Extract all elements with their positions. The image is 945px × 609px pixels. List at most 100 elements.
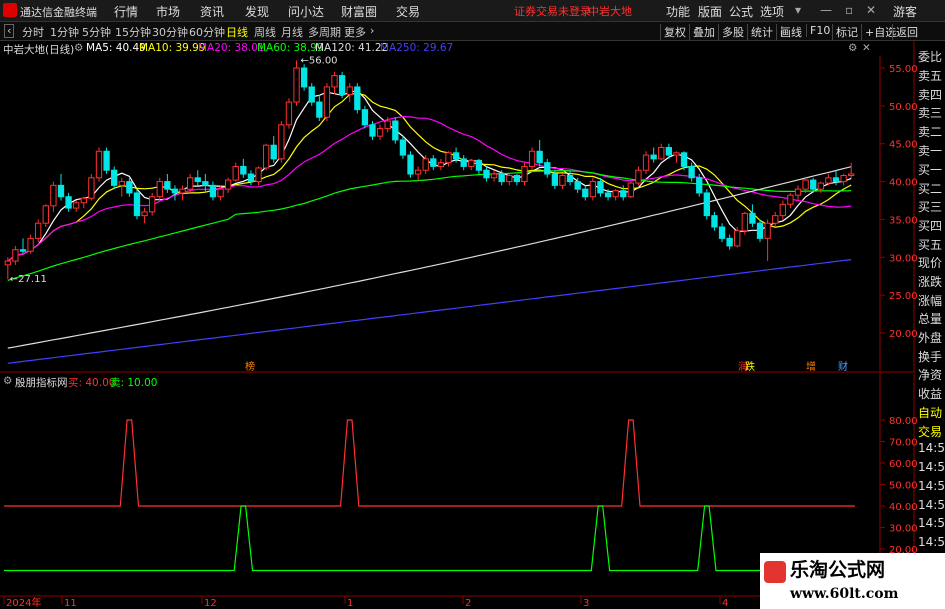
close-panel-icon[interactable]: ✕ (862, 42, 871, 54)
minimize-icon[interactable]: — (820, 3, 832, 17)
candle-body-49 (376, 128, 384, 137)
ind-label-2: 60.00 (889, 459, 918, 470)
settings-gear-icon[interactable]: ⚙ (74, 42, 83, 54)
candle-body-103 (787, 194, 794, 205)
candle-body-69 (528, 150, 536, 167)
side-item-26[interactable]: 14:56 (918, 535, 945, 549)
menu-gongneng[interactable]: 功能 (666, 3, 690, 20)
side-item-5: 卖一 (918, 144, 943, 158)
side-item-25[interactable]: 14:56 (918, 516, 945, 530)
period-weekly[interactable]: 周线 (254, 24, 276, 40)
menu-wenxiaoda[interactable]: 问小达 (288, 3, 324, 20)
period-fenshi[interactable]: 分时 (22, 24, 44, 40)
menu-gongshi[interactable]: 公式 (729, 3, 753, 20)
indicator-title: 殷朋指标网 (15, 377, 68, 389)
candle-body-72 (551, 173, 559, 186)
period-60min[interactable]: 60分钟 (189, 24, 225, 40)
candle-body-107 (817, 182, 824, 190)
period-30min[interactable]: 30分钟 (152, 24, 188, 40)
close-icon[interactable]: ✕ (866, 3, 876, 17)
period-multi[interactable]: 多周期 (308, 24, 341, 40)
candle-body-59 (452, 152, 460, 160)
side-item-22[interactable]: 14:56 (918, 460, 945, 474)
candle-body-91 (696, 177, 703, 194)
menu-banmian[interactable]: 版面 (698, 3, 722, 20)
event-marker-3: 增 (806, 360, 816, 373)
menu-xuanxiang[interactable]: 选项 (760, 3, 784, 20)
restore-icon[interactable]: ▫ (845, 3, 853, 17)
period-5min[interactable]: 5分钟 (82, 24, 111, 40)
candle-body-110 (840, 175, 847, 183)
candle-body-105 (802, 179, 809, 190)
candle-body-38 (293, 67, 300, 103)
candle-body-32 (247, 173, 255, 183)
back-arrow-icon[interactable]: ‹ (4, 24, 15, 38)
side-item-9: 买四 (918, 219, 943, 233)
side-item-24[interactable]: 14:56 (918, 498, 945, 512)
ind-label-5: 30.00 (889, 524, 918, 535)
event-marker-2: 跌 (745, 360, 755, 373)
candle-body-29 (224, 179, 232, 190)
btn-f10[interactable]: F10 (806, 24, 830, 37)
candle-body-2 (19, 249, 27, 252)
indicator-gear-icon[interactable]: ⚙ (3, 375, 12, 387)
btn-fuquan[interactable]: 复权 (660, 24, 686, 40)
menu-hangqing[interactable]: 行情 (114, 3, 138, 20)
settings-icon[interactable]: ⚙ (848, 42, 857, 54)
user-guest[interactable]: 游客 (893, 3, 917, 20)
candle-body-45 (346, 86, 353, 96)
side-item-18: 收益 (918, 387, 943, 401)
btn-tongji[interactable]: 统计 (747, 24, 773, 40)
btn-huaxian[interactable]: 画线 (776, 24, 802, 40)
side-item-23[interactable]: 14:56 (918, 479, 945, 493)
candle-body-51 (392, 120, 399, 141)
period-monthly[interactable]: 月线 (281, 24, 303, 40)
candle-body-101 (772, 215, 779, 224)
candle-body-96 (734, 230, 741, 247)
candle-body-42 (323, 86, 331, 118)
candle-body-31 (240, 165, 247, 175)
candle-body-10 (80, 197, 87, 204)
menu-icon[interactable]: ▾ (795, 3, 801, 17)
btn-add-watchlist[interactable]: +自选 (861, 24, 896, 40)
period-daily[interactable]: 日线 (226, 24, 248, 40)
trade-status[interactable]: 证券交易未登录 (514, 3, 591, 19)
candle-body-16 (126, 181, 133, 194)
date-label-2: 12 (204, 598, 217, 609)
period-more[interactable]: 更多 (344, 24, 366, 40)
candle-body-108 (825, 177, 832, 184)
candle-body-64 (490, 173, 498, 179)
candle-body-66 (506, 175, 513, 183)
menu-jiaoyi[interactable]: 交易 (396, 3, 420, 20)
candle-body-56 (430, 158, 437, 167)
side-item-21[interactable]: 14:56 (918, 441, 945, 455)
btn-diejia[interactable]: 叠加 (689, 24, 715, 40)
menu-shichang[interactable]: 市场 (156, 3, 180, 20)
price-label-5: 30.00 (889, 253, 918, 264)
btn-biaoji[interactable]: 标记 (832, 24, 858, 40)
candle-body-40 (308, 86, 315, 103)
side-item-19[interactable]: 自动 (918, 404, 942, 421)
menu-zixun[interactable]: 资讯 (200, 3, 224, 20)
ma20-label: MA20: 38.01 (198, 42, 265, 54)
more-arrow-icon[interactable]: › (370, 24, 374, 37)
candle-body-83 (635, 169, 642, 184)
candle-body-39 (300, 67, 308, 88)
ma5-label: MA5: 40.49 (86, 42, 146, 54)
chart-canvas[interactable]: 55.00 50.00 45.00 40.00 35.00 30.00 25.00 20.00… (0, 0, 945, 609)
period-15min[interactable]: 15分钟 (115, 24, 151, 40)
candle-body-80 (612, 190, 619, 198)
btn-fanhui[interactable]: 返回 (892, 24, 918, 40)
period-1min[interactable]: 1分钟 (50, 24, 79, 40)
side-item-20[interactable]: 交易 (918, 423, 942, 440)
side-item-6: 买一 (918, 163, 943, 177)
candle-body-106 (810, 179, 817, 190)
btn-duogu[interactable]: 多股 (718, 24, 744, 40)
candle-body-77 (589, 181, 597, 198)
menu-faxian[interactable]: 发现 (245, 3, 269, 20)
candle-body-44 (338, 75, 346, 95)
candle-body-3 (27, 237, 34, 252)
candle-body-27 (209, 184, 217, 198)
menu-caifuquan[interactable]: 财富圈 (341, 3, 377, 20)
candle-body-79 (604, 192, 612, 198)
